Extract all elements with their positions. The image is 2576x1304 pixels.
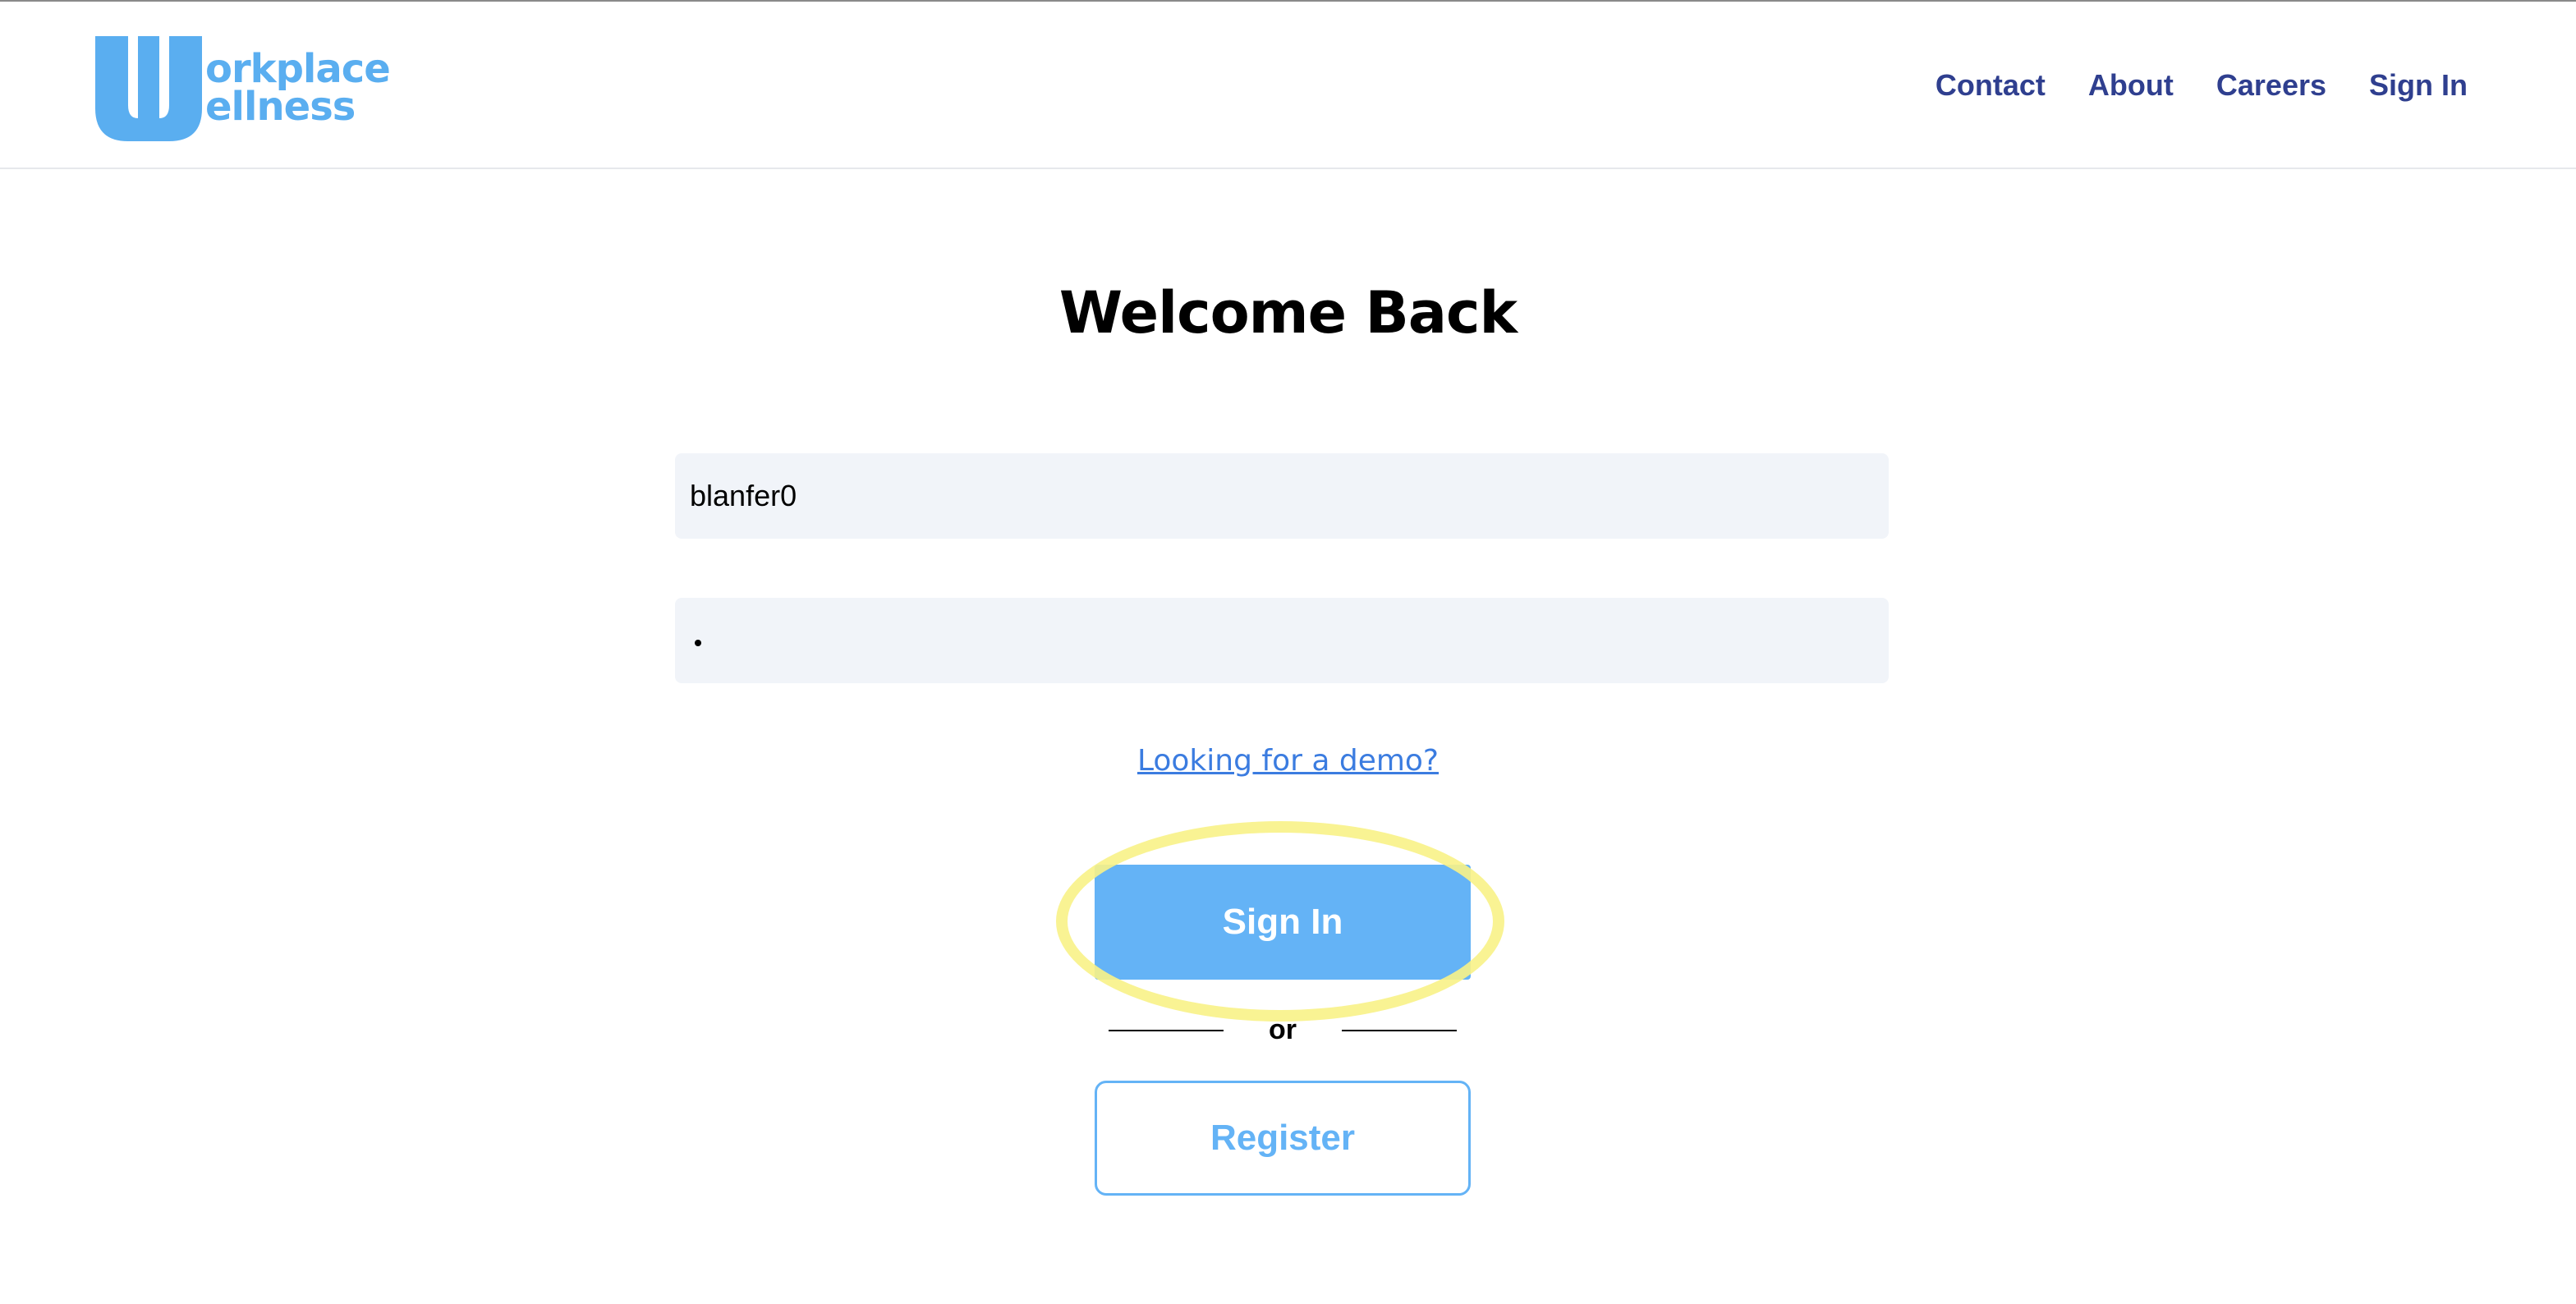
nav-careers-link[interactable]: Careers (2216, 66, 2326, 105)
demo-link[interactable]: Looking for a demo? (0, 744, 2576, 778)
divider-line-right (1342, 1030, 1457, 1031)
or-divider: or (1109, 1010, 1457, 1049)
logo-line-2: ellness (205, 84, 356, 130)
logo-w-icon (95, 36, 202, 141)
logo-line-1: orkplace (205, 46, 391, 92)
main-nav: Contact About Careers Sign In (1935, 66, 2468, 105)
nav-sign-in-link[interactable]: Sign In (2369, 66, 2468, 105)
workplace-wellness-logo[interactable]: orkplace ellness (95, 36, 391, 143)
nav-contact-link[interactable]: Contact (1935, 66, 2046, 105)
password-mask (695, 640, 701, 646)
highlight-ellipse (1056, 821, 1504, 1022)
site-header: orkplace ellness Contact About Careers S… (0, 2, 2576, 169)
username-input[interactable]: blanfer0 (675, 453, 1889, 539)
page-title: Welcome Back (1058, 279, 1518, 347)
username-value: blanfer0 (690, 479, 797, 512)
nav-about-link[interactable]: About (2088, 66, 2174, 105)
password-input[interactable] (675, 598, 1889, 683)
register-button[interactable]: Register (1095, 1081, 1471, 1196)
